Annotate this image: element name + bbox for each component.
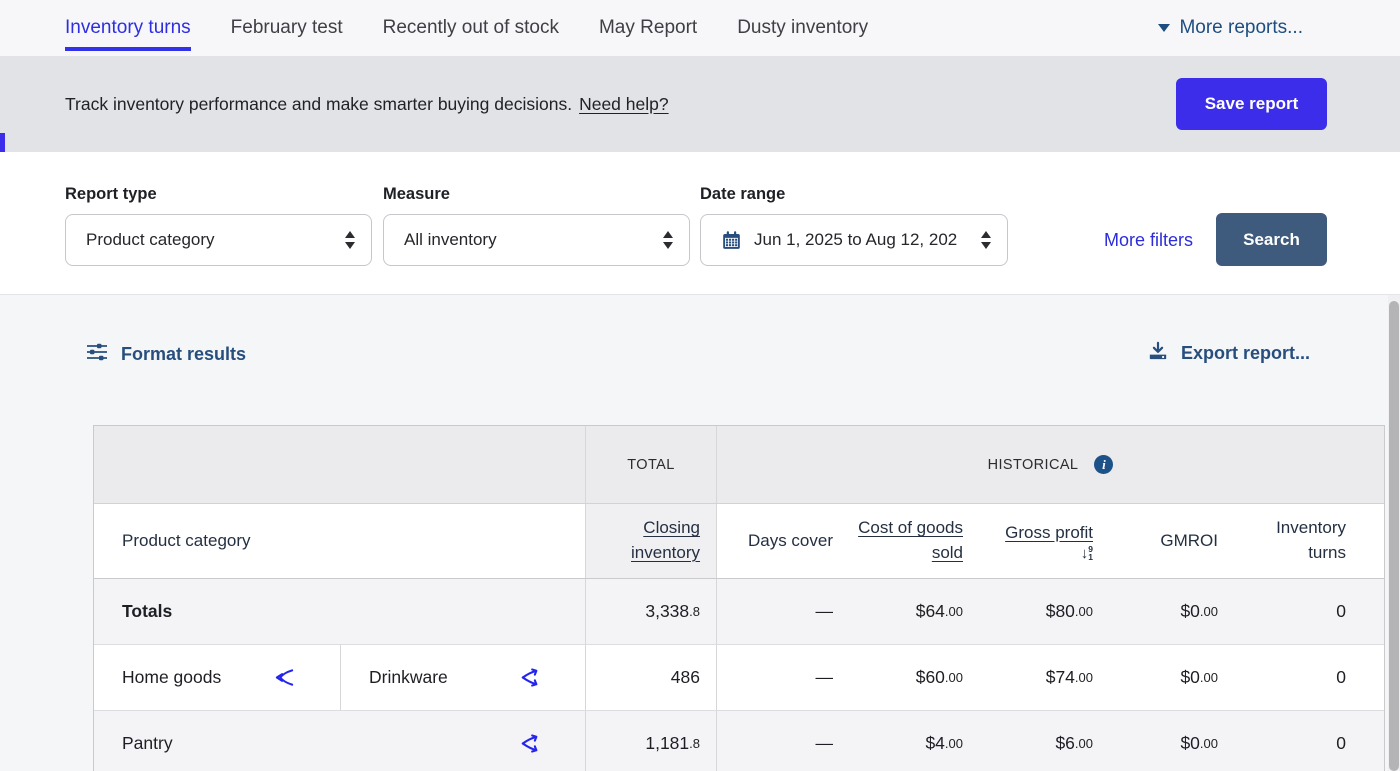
pantry-category-cell: Pantry (94, 711, 586, 771)
more-filters-link[interactable]: More filters (1104, 214, 1193, 266)
banner-message: Track inventory performance and make sma… (65, 56, 669, 152)
column-header-cost-of-goods-sold[interactable]: Cost of goods sold (851, 504, 981, 578)
group-header-total: TOTAL (586, 426, 717, 503)
table-row-home-goods: Home goods Drink (94, 645, 1384, 711)
results-section: Format results Export report... T (0, 295, 1400, 771)
column-header-inventory-turns: Inventory turns (1236, 504, 1384, 578)
home-goods-inventory-turns: 0 (1236, 645, 1384, 710)
measure-label: Measure (383, 185, 450, 204)
home-goods-category-cell: Home goods Drink (94, 645, 586, 710)
filter-section: Report type Measure Date range Product c… (0, 152, 1400, 295)
totals-cogs: $64.00 (851, 579, 981, 644)
report-type-value: Product category (86, 230, 335, 250)
merge-rows-icon[interactable] (273, 667, 296, 688)
column-header-gross-profit[interactable]: Gross profit ↓ 9 1 (981, 504, 1111, 578)
totals-gross-profit: $80.00 (981, 579, 1111, 644)
table-header-row: Product category Closing inventory Days … (94, 504, 1384, 579)
totals-gmroi: $0.00 (1111, 579, 1236, 644)
more-reports-dropdown[interactable]: More reports... (1158, 0, 1303, 56)
measure-select[interactable]: All inventory (383, 214, 690, 266)
sort-descending-icon: ↓ 9 1 (1081, 546, 1093, 561)
report-type-select[interactable]: Product category (65, 214, 372, 266)
more-reports-label: More reports... (1179, 17, 1303, 39)
sliders-icon (85, 341, 109, 368)
totals-closing-inventory: 3,338.8 (586, 579, 717, 644)
vertical-scrollbar-thumb[interactable] (1389, 301, 1399, 771)
tab-february-test[interactable]: February test (231, 0, 343, 56)
vertical-scrollbar-track[interactable] (1388, 295, 1400, 771)
need-help-link[interactable]: Need help? (579, 94, 669, 115)
download-icon (1147, 341, 1169, 366)
home-goods-days-cover: — (717, 645, 851, 710)
date-range-value: Jun 1, 2025 to Aug 12, 202 (754, 230, 971, 250)
select-spinner-icon (345, 231, 355, 249)
search-button[interactable]: Search (1216, 213, 1327, 266)
format-results-label: Format results (121, 344, 246, 365)
export-report-label: Export report... (1181, 343, 1310, 364)
home-goods-closing-inventory: 486 (586, 645, 717, 710)
inventory-turns-table: TOTAL HISTORICAL i Product category Clos… (93, 425, 1385, 771)
home-goods-cogs: $60.00 (851, 645, 981, 710)
save-report-button[interactable]: Save report (1176, 78, 1327, 130)
column-header-days-cover: Days cover (717, 504, 851, 578)
home-goods-gmroi: $0.00 (1111, 645, 1236, 710)
report-tab-bar: Inventory turns February test Recently o… (0, 0, 1400, 56)
chevron-down-icon (1158, 24, 1170, 32)
historical-label: HISTORICAL (988, 457, 1079, 473)
table-row-totals: Totals 3,338.8 — $64.00 $80.00 $0.00 0 (94, 579, 1384, 645)
category-cell-home-goods: Home goods (94, 645, 341, 710)
column-header-gmroi: GMROI (1111, 504, 1236, 578)
tab-dusty-inventory[interactable]: Dusty inventory (737, 0, 868, 56)
totals-label: Totals (94, 579, 586, 644)
export-report-button[interactable]: Export report... (1147, 341, 1310, 366)
subcategory-cell-drinkware: Drinkware (341, 645, 585, 710)
totals-inventory-turns: 0 (1236, 579, 1384, 644)
pantry-cogs: $4.00 (851, 711, 981, 771)
pantry-days-cover: — (717, 711, 851, 771)
tab-recently-out-of-stock[interactable]: Recently out of stock (383, 0, 559, 56)
table-row-pantry: Pantry (94, 711, 1384, 771)
column-header-closing-inventory[interactable]: Closing inventory (586, 504, 717, 578)
column-header-product-category: Product category (94, 504, 586, 578)
pantry-gmroi: $0.00 (1111, 711, 1236, 771)
report-type-label: Report type (65, 185, 157, 204)
category-label: Home goods (122, 667, 273, 688)
split-rows-icon[interactable] (518, 733, 541, 754)
category-label: Pantry (122, 733, 518, 754)
subcategory-label: Drinkware (369, 667, 518, 688)
date-range-input[interactable]: Jun 1, 2025 to Aug 12, 202 (700, 214, 1008, 266)
tab-inventory-turns[interactable]: Inventory turns (65, 0, 191, 56)
format-results-button[interactable]: Format results (85, 341, 246, 368)
inventory-report-page: Inventory turns February test Recently o… (0, 0, 1400, 771)
group-header-historical: HISTORICAL i (717, 426, 1384, 503)
select-spinner-icon (981, 231, 991, 249)
select-spinner-icon (663, 231, 673, 249)
tab-may-report[interactable]: May Report (599, 0, 697, 56)
totals-days-cover: — (717, 579, 851, 644)
banner-text: Track inventory performance and make sma… (65, 94, 572, 115)
table-group-header-row: TOTAL HISTORICAL i (94, 426, 1384, 504)
pantry-closing-inventory: 1,181.8 (586, 711, 717, 771)
home-goods-gross-profit: $74.00 (981, 645, 1111, 710)
split-rows-icon[interactable] (518, 667, 541, 688)
info-icon[interactable]: i (1094, 455, 1113, 474)
measure-value: All inventory (404, 230, 653, 250)
pantry-inventory-turns: 0 (1236, 711, 1384, 771)
group-header-spacer (94, 426, 586, 503)
intro-banner: Track inventory performance and make sma… (0, 56, 1400, 152)
date-range-label: Date range (700, 185, 785, 204)
calendar-icon (721, 230, 742, 251)
pantry-gross-profit: $6.00 (981, 711, 1111, 771)
